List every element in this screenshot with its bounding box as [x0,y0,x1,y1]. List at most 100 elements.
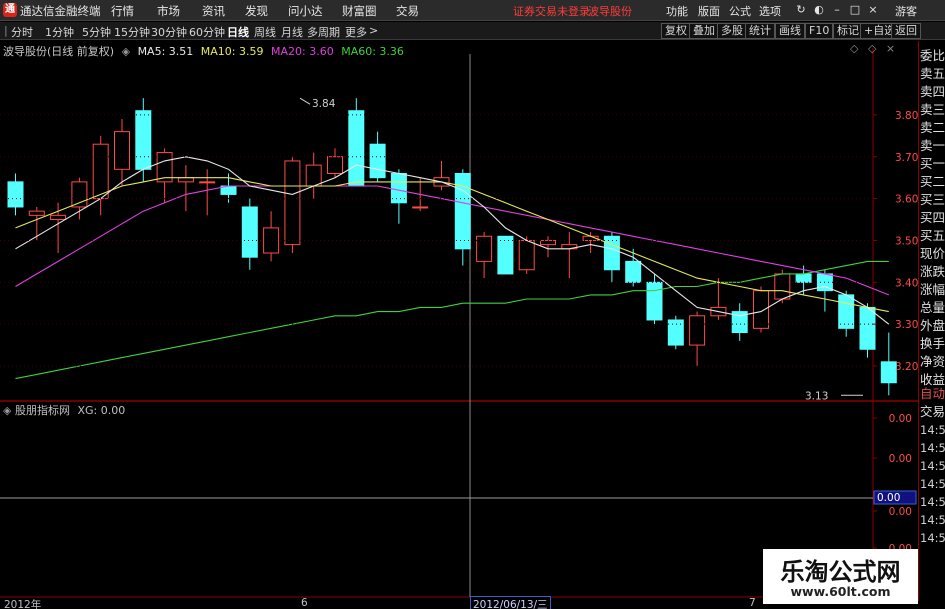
candle-body-up [177,177,194,183]
candle-body-down [348,110,365,187]
candle-body-up [412,206,429,209]
indicator-settings-icon[interactable]: ◈ [3,404,11,417]
adjust-rights-button[interactable]: 复权 [661,23,691,39]
guest-user-label[interactable]: 游客 [895,3,917,19]
x-axis-label: 2012年 [4,599,42,609]
options-button[interactable]: 选项 [759,3,781,19]
trade-time: 14:56 [920,531,945,545]
price-tick-label: 3.50 [895,235,918,247]
period-tab-60min[interactable]: 60分钟 [189,24,225,40]
high-marker-arrow [299,97,311,105]
price-tick-label: 3.70 [895,152,918,164]
close-icon[interactable]: × [867,4,879,16]
overlay-button[interactable]: 叠加 [689,23,719,39]
trade-time: 14:56 [920,423,945,437]
ma60-label: MA60: 3.36 [341,45,404,58]
period-tab-intraday[interactable]: 分时 [11,24,33,40]
candle-body-down [667,319,684,346]
watermark-title: 乐淘公式网 [780,557,901,586]
candle-body-up [689,315,706,346]
trade-time: 14:56 [920,441,945,455]
refresh-icon[interactable]: ↻ [795,4,807,16]
candle-body-up [753,290,769,329]
period-tab-1min[interactable]: 1分钟 [45,24,74,40]
multi-stock-button[interactable]: 多股 [717,23,747,39]
minimize-icon[interactable]: – [831,4,843,16]
period-tab-daily[interactable]: 日线 [227,24,249,40]
mark-button[interactable]: 标记 [833,23,863,39]
ma5-label: MA5: 3.51 [137,45,194,58]
f10-button[interactable]: F10 [805,23,834,39]
maximize-icon[interactable]: □ [849,4,861,16]
menu-news[interactable]: 资讯 [202,3,225,19]
high-marker-label: 3.84 [312,98,336,110]
quote-label: 换手 [920,336,945,351]
price-tick-label: 3.20 [895,361,918,373]
quote-label: 卖二 [920,120,945,135]
period-tab-monthly[interactable]: 月线 [281,24,303,40]
quote-label: 总量 [920,300,945,315]
chart-window-controls[interactable]: ◇ ◇ × [850,42,898,55]
auto-trade-toggle[interactable]: 自动 [920,385,945,402]
period-tab-30min[interactable]: 30分钟 [151,24,187,40]
back-button[interactable]: 返回 [891,23,921,39]
period-tab-more[interactable]: 更多 [345,24,367,40]
x-axis-label: 6 [301,597,308,609]
low-marker-label: 3.13 [805,390,828,402]
candle-body-up [518,239,535,271]
quote-label: 卖四 [920,84,945,99]
quote-panel: 委比 卖五 卖四 卖三 卖二 卖一 买一 买二 买三 买四 买五 现价 涨跌 涨… [918,41,945,601]
quote-label: 买五 [920,228,945,243]
candle-body-up [305,164,322,187]
period-tab-5min[interactable]: 5分钟 [82,24,111,40]
price-tick-label: 3.40 [895,277,918,289]
period-tab-multi[interactable]: 多周期 [307,24,340,40]
stock-title: 波导股份(日线 前复权) [3,45,115,58]
quote-label: 买三 [920,192,945,207]
candle-body-down [241,206,258,258]
watermark-url: www.60lt.com [790,584,891,599]
app-logo: 通 [3,3,17,17]
app-title: 通达信金融终端 [20,4,101,18]
quote-label: 卖三 [920,102,945,117]
quote-label: 涨跌 [920,264,945,279]
menu-market[interactable]: 市场 [157,3,180,19]
candle-body-down [795,273,812,283]
current-stock-name[interactable]: 波导股份 [588,3,632,19]
quote-label: 净资 [920,354,945,369]
candle-body-up [774,273,791,300]
ma20-label: MA20: 3.60 [271,45,334,58]
formula-button[interactable]: 公式 [729,3,751,19]
candle-body-up [284,160,301,246]
indicator-tick-label: 0.00 [889,506,912,518]
trade-time: 14:56 [920,459,945,473]
main-chart-header: 波导股份(日线 前复权) ◈ MA5: 3.51 MA10: 3.59 MA20… [3,43,408,59]
candle-body-down [135,110,152,170]
candle-body-down [859,306,876,350]
period-tab-15min[interactable]: 15分钟 [114,24,150,40]
statistics-button[interactable]: 统计 [745,23,775,39]
login-notice[interactable]: 证券交易未登录 [513,3,590,19]
menu-wealth-circle[interactable]: 财富圈 [342,3,377,19]
candle-body-up [92,143,109,200]
candle-body-down [369,143,386,179]
menu-ask-xiaoda[interactable]: 问小达 [288,3,323,19]
chevron-right-icon[interactable]: > [369,24,378,37]
menu-market-quotes[interactable]: 行情 [111,3,134,19]
kline-chart[interactable]: 0.000.000.000.000.000.00 3.203.303.403.5… [0,40,918,609]
indicator-settings-icon[interactable]: ◈ [122,45,130,58]
quote-label: 外盘 [920,318,945,333]
candle-body-up [199,181,216,184]
menu-trade[interactable]: 交易 [396,3,419,19]
indicator-header: ◈ 股朋指标网 XG: 0.00 [3,402,125,418]
skin-icon[interactable]: ◐ [813,4,825,16]
trade-time: 14:56 [920,495,945,509]
candle-body-down [625,260,642,283]
draw-line-button[interactable]: 画线 [775,23,805,39]
price-tick-label: 3.60 [895,194,918,206]
trade-button[interactable]: 交易 [920,403,945,420]
function-button[interactable]: 功能 [666,3,688,19]
period-tab-weekly[interactable]: 周线 [254,24,276,40]
layout-button[interactable]: 版面 [698,3,720,19]
menu-discover[interactable]: 发现 [245,3,268,19]
